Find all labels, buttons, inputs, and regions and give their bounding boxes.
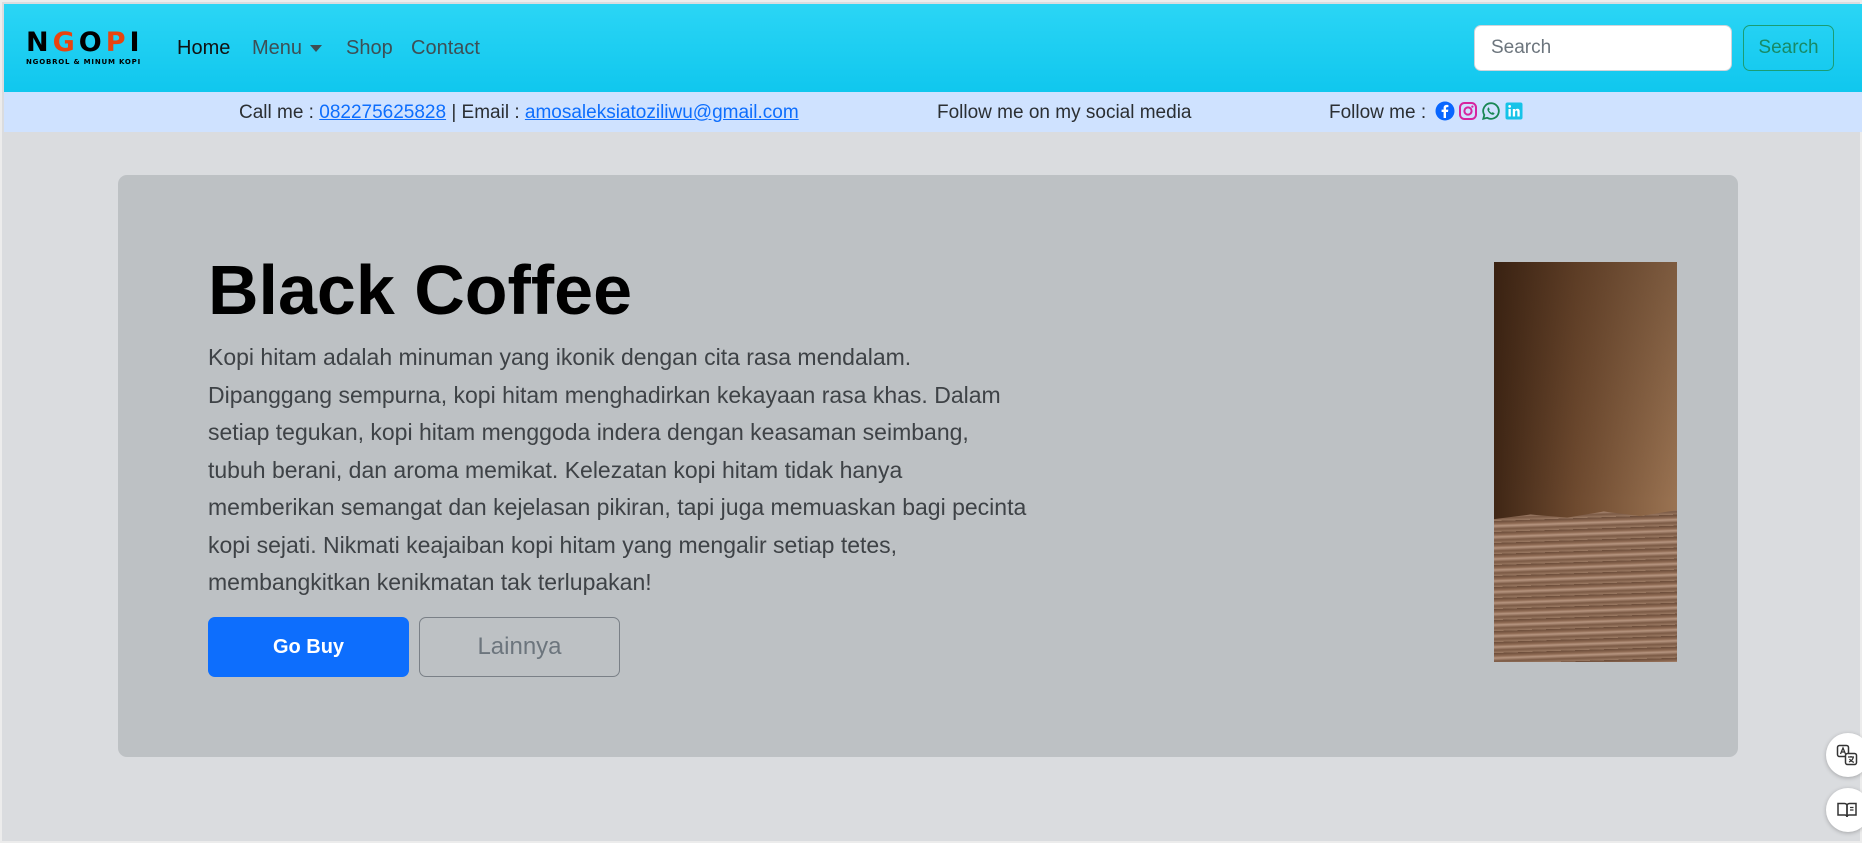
nav-home[interactable]: Home <box>177 37 230 60</box>
book-icon <box>1837 802 1857 818</box>
image-shade <box>1494 262 1677 502</box>
social-icons <box>1435 101 1524 121</box>
go-buy-button[interactable]: Go Buy <box>208 617 409 677</box>
contact-infobar: Call me : 082275625828 | Email : amosale… <box>4 92 1862 132</box>
email-link[interactable]: amosaleksiatoziliwu@gmail.com <box>525 102 799 123</box>
translate-button[interactable] <box>1826 733 1862 777</box>
logo-tagline: NGOBROL & MINUM KOPI <box>26 58 141 66</box>
translate-icon <box>1836 744 1858 766</box>
hero-title: Black Coffee <box>208 251 633 329</box>
search-button[interactable]: Search <box>1743 25 1834 71</box>
coffee-image <box>1494 262 1677 662</box>
email-label: | Email : <box>446 102 525 123</box>
phone-link[interactable]: 082275625828 <box>319 102 446 123</box>
nav-menu-dropdown[interactable]: Menu <box>252 37 323 60</box>
follow-me: Follow me : <box>1329 101 1524 124</box>
lainnya-button[interactable]: Lainnya <box>419 617 620 677</box>
social-media-text: Follow me on my social media <box>937 102 1192 123</box>
facebook-icon[interactable] <box>1435 101 1455 121</box>
hero-description: Kopi hitam adalah minuman yang ikonik de… <box>208 344 1027 595</box>
instagram-icon[interactable] <box>1458 101 1478 121</box>
chevron-down-icon <box>310 45 323 53</box>
nav-menu-label: Menu <box>252 37 303 59</box>
wood-surface <box>1494 510 1677 662</box>
brand-logo[interactable]: NGOPI NGOBROL & MINUM KOPI <box>26 28 151 68</box>
navbar: NGOPI NGOBROL & MINUM KOPI Home Menu Sho… <box>4 4 1862 92</box>
logo-text: NGOPI <box>26 27 144 58</box>
linkedin-icon[interactable] <box>1504 101 1524 121</box>
hero-card: Black Coffee Kopi hitam adalah minuman y… <box>118 175 1738 757</box>
reader-mode-button[interactable] <box>1826 788 1862 832</box>
nav-shop[interactable]: Shop <box>346 37 393 60</box>
nav-contact[interactable]: Contact <box>411 37 480 60</box>
contact-info: Call me : 082275625828 | Email : amosale… <box>239 102 799 124</box>
call-label: Call me : <box>239 102 320 123</box>
whatsapp-icon[interactable] <box>1481 101 1501 121</box>
follow-label: Follow me : <box>1329 102 1432 123</box>
search-input[interactable] <box>1474 25 1732 71</box>
